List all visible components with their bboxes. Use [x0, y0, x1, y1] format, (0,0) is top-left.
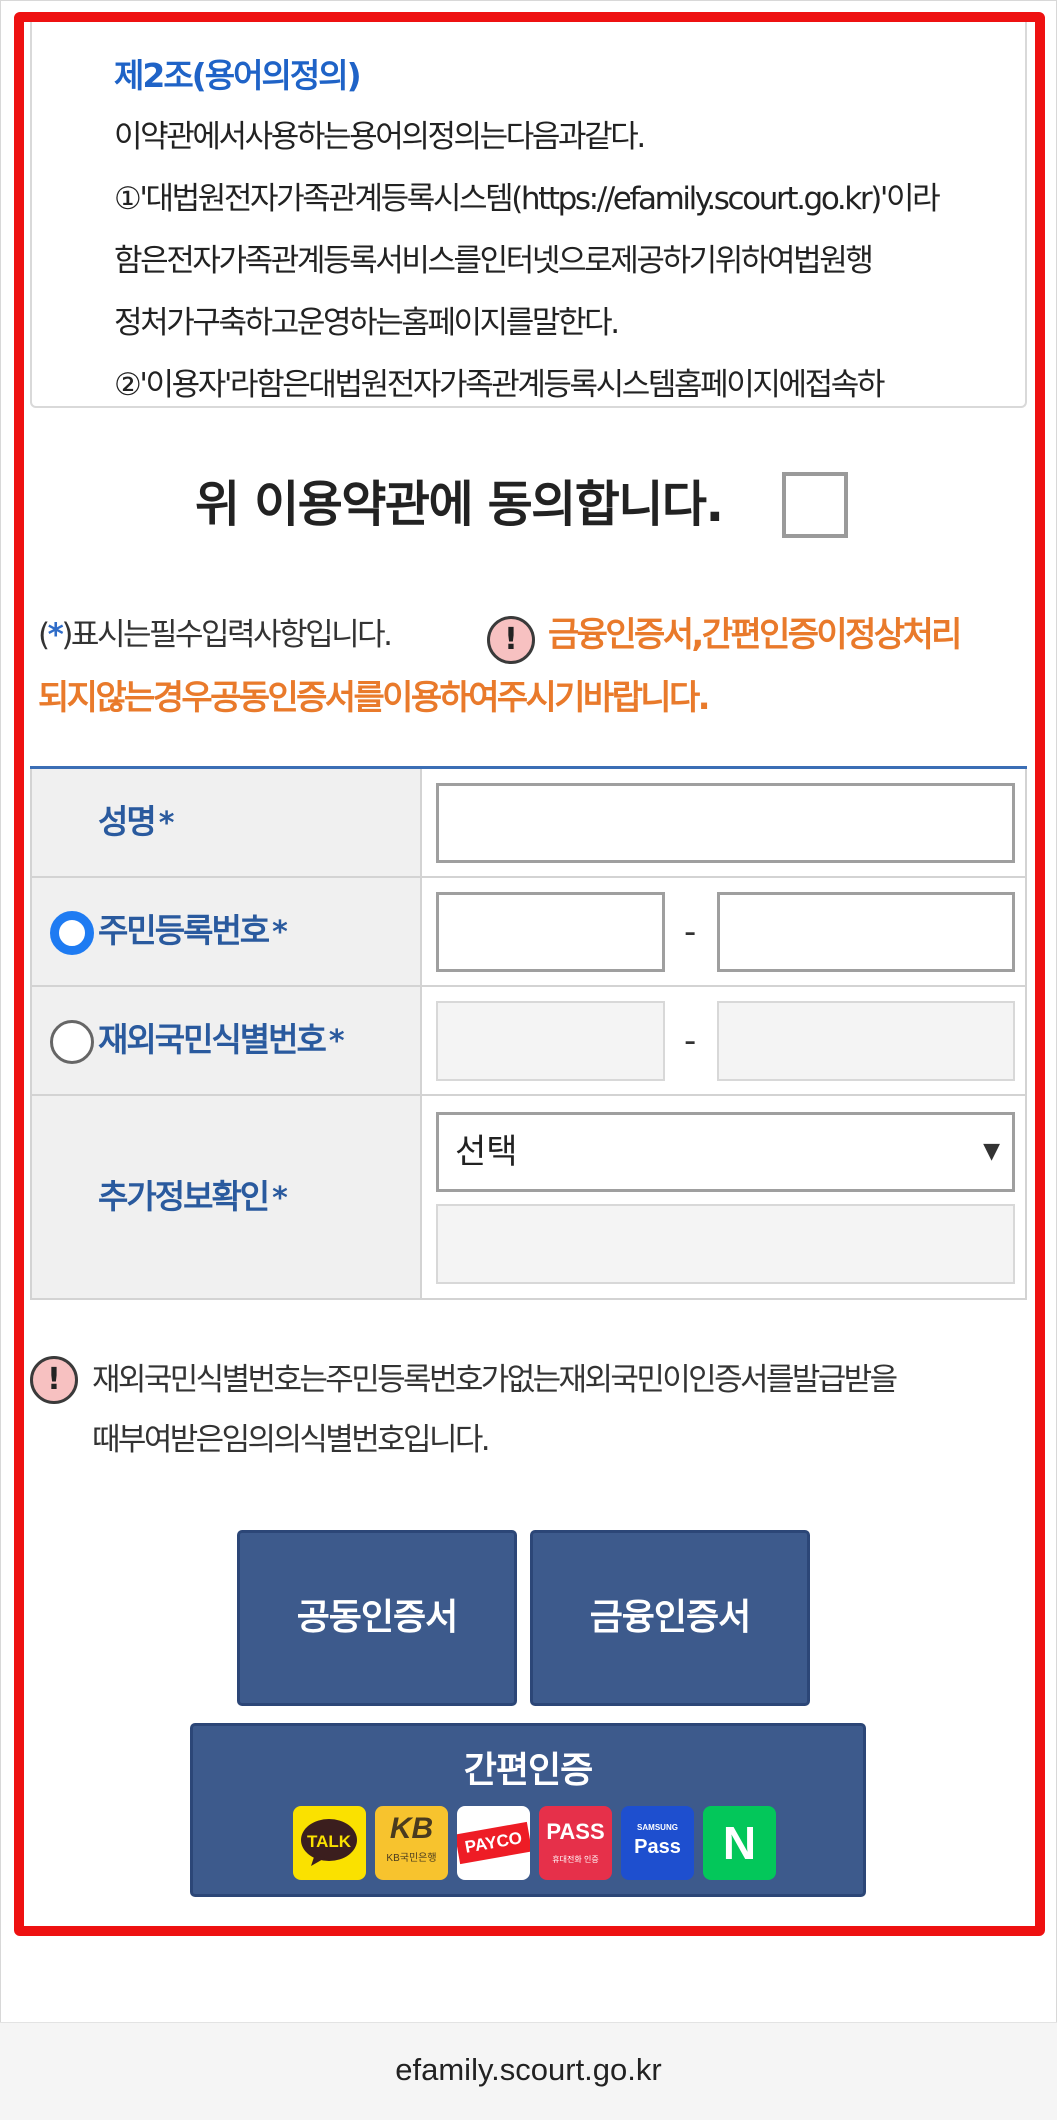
- url-text: efamily.scourt.go.kr: [395, 2052, 662, 2087]
- highlight-annotation: [14, 12, 1045, 1936]
- browser-url-bar[interactable]: efamily.scourt.go.kr: [0, 2022, 1057, 2120]
